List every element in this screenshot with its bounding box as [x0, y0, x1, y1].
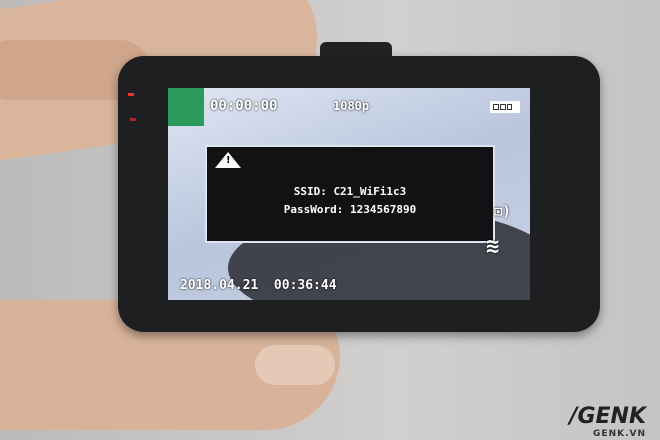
watermark-url: GENK.VN [593, 429, 646, 439]
wifi-client-icon: ⊡) [494, 204, 511, 220]
datetime-stamp: 2018.04.21 00:36:44 [180, 278, 337, 293]
record-timer: 00:00:00 [210, 98, 278, 114]
dashcam-screen: 00:00:00 1080p ! SSID: C21_WiFi1c3 PassW… [168, 88, 530, 300]
wifi-signal-icon: ≋ [486, 234, 500, 259]
camera-scene-object [168, 88, 204, 126]
warning-mark: ! [226, 155, 231, 166]
genk-watermark: /GENK GENK.VN [569, 404, 646, 439]
status-led [130, 118, 136, 121]
thumbnail [255, 345, 335, 385]
resolution-label: 1080p [333, 99, 370, 113]
wifi-info-dialog: ! SSID: C21_WiFi1c3 PassWord: 1234567890 [205, 145, 495, 243]
ssid-text: SSID: C21_WiFi1c3 [293, 185, 407, 198]
battery-icon [490, 101, 520, 113]
watermark-brand: /GENK [569, 404, 646, 429]
password-text: PassWord: 1234567890 [283, 203, 417, 216]
status-led [128, 93, 134, 96]
